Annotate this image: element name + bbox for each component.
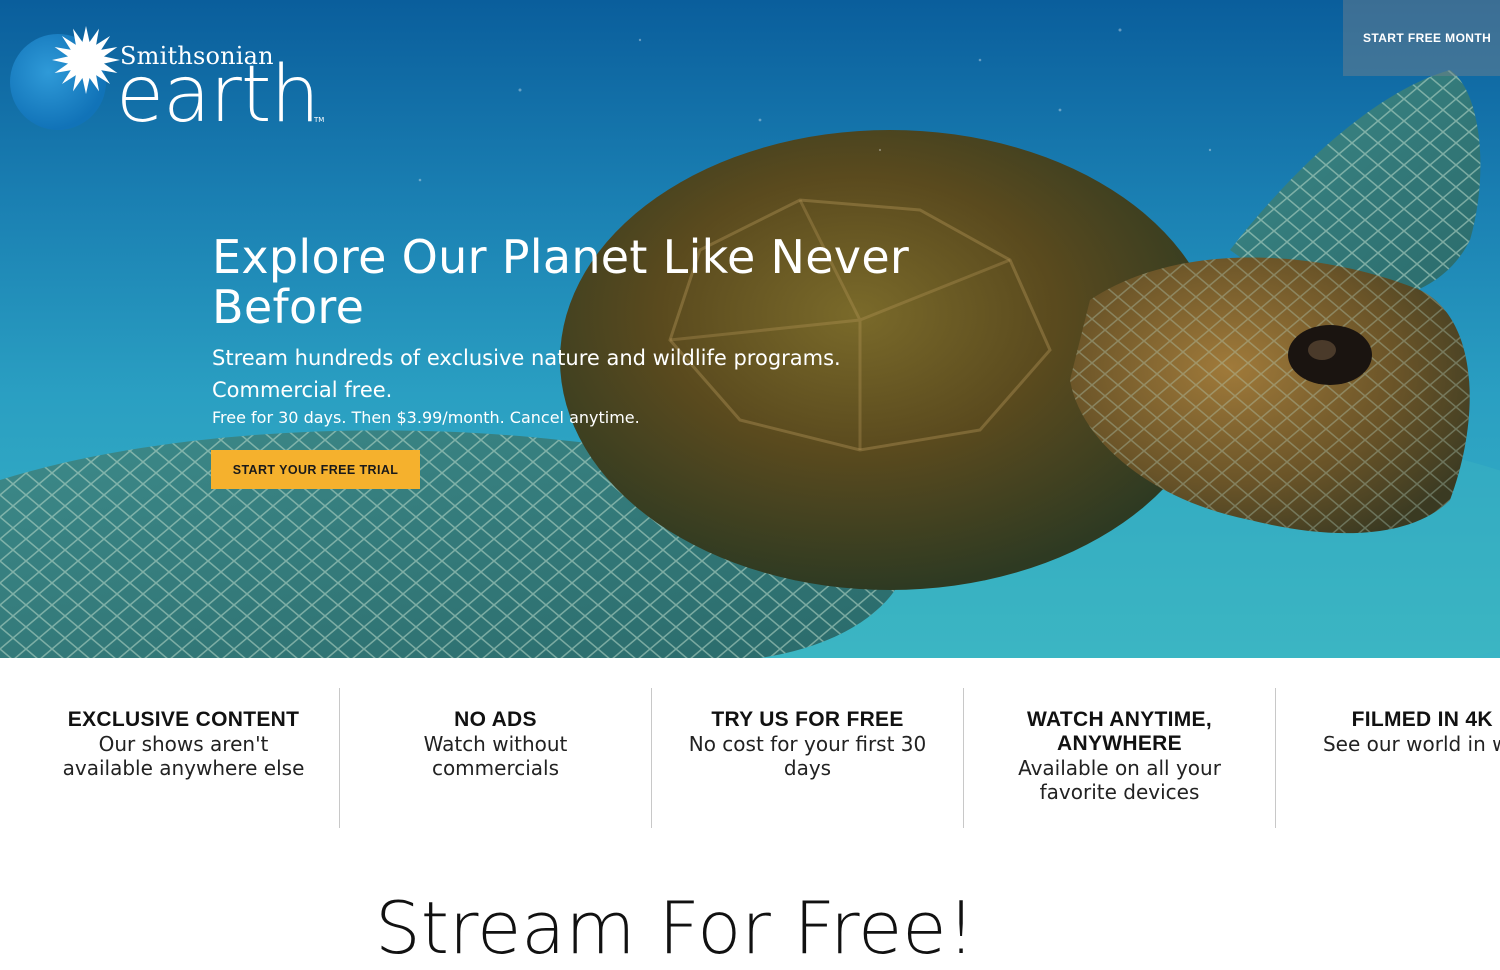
features-strip: EXCLUSIVE CONTENT Our shows aren't avail… bbox=[0, 688, 1500, 828]
feature-title: EXCLUSIVE CONTENT bbox=[67, 708, 300, 731]
section-heading: Stream For Free! bbox=[375, 886, 976, 970]
logo-earth-text: earth bbox=[116, 50, 320, 140]
feature-exclusive-content: EXCLUSIVE CONTENT Our shows aren't avail… bbox=[28, 688, 340, 828]
feature-filmed-4k: FILMED IN 4K U See our world in ways bbox=[1277, 688, 1500, 828]
feature-try-free: TRY US FOR FREE No cost for your first 3… bbox=[652, 688, 964, 828]
feature-title: TRY US FOR FREE bbox=[711, 708, 904, 731]
feature-text: Our shows aren't available anywhere else bbox=[62, 732, 305, 780]
feature-text: See our world in ways bbox=[1322, 732, 1500, 756]
hero-section: Smithsonian earth TM START FREE MONTH Ex… bbox=[0, 0, 1500, 658]
feature-text: Available on all your favorite devices bbox=[1018, 756, 1221, 804]
feature-watch-anywhere: WATCH ANYTIME, ANYWHERE Available on all… bbox=[964, 688, 1276, 828]
hero-subtitle: Stream hundreds of exclusive nature and … bbox=[212, 346, 841, 402]
hero-fine-print: Free for 30 days. Then $3.99/month. Canc… bbox=[212, 408, 640, 427]
feature-title: FILMED IN 4K U bbox=[1351, 708, 1500, 731]
start-free-month-button[interactable]: START FREE MONTH bbox=[1343, 0, 1500, 76]
smithsonian-earth-logo[interactable]: Smithsonian earth TM bbox=[8, 24, 338, 140]
feature-text: Watch without commercials bbox=[423, 732, 568, 780]
start-free-trial-button[interactable]: START YOUR FREE TRIAL bbox=[211, 450, 420, 489]
sun-icon bbox=[52, 26, 120, 94]
hero-title: Explore Our Planet Like Never Before bbox=[212, 230, 910, 334]
logo-trademark: TM bbox=[314, 116, 325, 124]
feature-title: WATCH ANYTIME, ANYWHERE bbox=[1026, 708, 1213, 755]
feature-no-ads: NO ADS Watch without commercials bbox=[340, 688, 652, 828]
feature-text: No cost for your first 30 days bbox=[688, 732, 927, 780]
feature-title: NO ADS bbox=[454, 708, 537, 731]
